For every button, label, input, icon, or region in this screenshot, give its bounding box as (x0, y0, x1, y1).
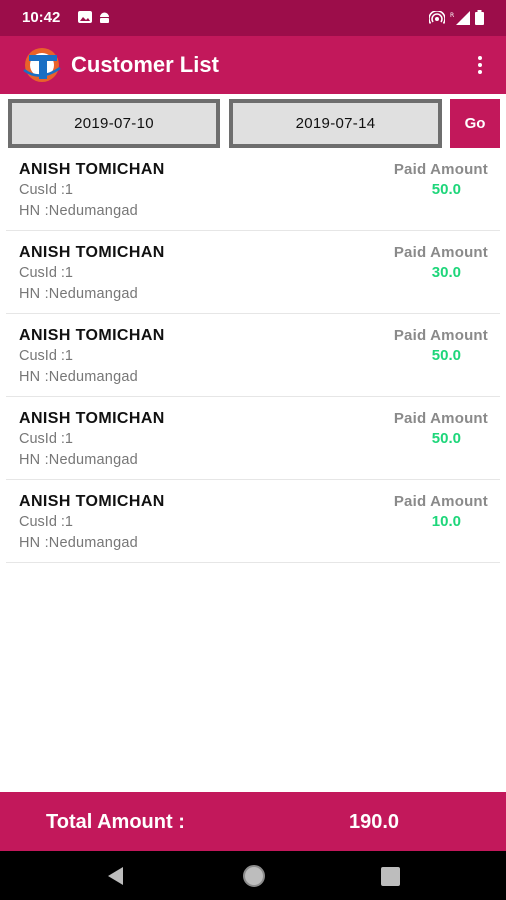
list-item[interactable]: ANISH TOMICHAN CusId :1 HN :Nedumangad P… (6, 480, 500, 563)
paid-amount-value: 10.0 (431, 513, 461, 530)
list-item[interactable]: ANISH TOMICHAN CusId :1 HN :Nedumangad P… (6, 148, 500, 231)
page-title: Customer List (71, 52, 219, 77)
signal-icon: R (450, 10, 470, 25)
status-time: 10:42 (22, 9, 61, 26)
navigation-bar (0, 851, 506, 900)
paid-amount-label: Paid Amount (393, 493, 488, 510)
total-amount-value: 190.0 (349, 811, 400, 833)
customer-name: ANISH TOMICHAN (19, 327, 165, 344)
customer-id: CusId :1 (19, 265, 73, 281)
app-logo-icon (23, 48, 61, 82)
recents-icon[interactable] (381, 867, 400, 886)
list-item[interactable]: ANISH TOMICHAN CusId :1 HN :Nedumangad P… (6, 397, 500, 480)
to-date-field[interactable]: 2019-07-14 (229, 99, 442, 148)
total-bar: Total Amount : 190.0 (0, 792, 506, 851)
from-date-field[interactable]: 2019-07-10 (8, 99, 220, 148)
app-bar: Customer List (0, 36, 506, 94)
go-button[interactable]: Go (450, 99, 500, 148)
gallery-icon (78, 11, 92, 23)
customer-hn: HN :Nedumangad (19, 535, 138, 551)
customer-name: ANISH TOMICHAN (19, 410, 165, 427)
customer-hn: HN :Nedumangad (19, 452, 138, 468)
home-icon[interactable] (243, 865, 265, 887)
list-item[interactable]: ANISH TOMICHAN CusId :1 HN :Nedumangad P… (6, 314, 500, 397)
more-vert-icon[interactable] (468, 49, 492, 81)
customer-id: CusId :1 (19, 182, 73, 198)
paid-amount-label: Paid Amount (393, 410, 488, 427)
status-left-icons (78, 11, 111, 24)
battery-icon (475, 10, 484, 25)
customer-hn: HN :Nedumangad (19, 286, 138, 302)
paid-amount-label: Paid Amount (393, 327, 488, 344)
paid-amount-value: 30.0 (431, 264, 461, 281)
android-icon (100, 12, 109, 23)
customer-hn: HN :Nedumangad (19, 369, 138, 385)
status-bar: 10:42 R (0, 0, 506, 36)
paid-amount-value: 50.0 (431, 430, 461, 447)
customer-name: ANISH TOMICHAN (19, 161, 165, 178)
list-item[interactable]: ANISH TOMICHAN CusId :1 HN :Nedumangad P… (6, 231, 500, 314)
customer-id: CusId :1 (19, 431, 73, 447)
customer-name: ANISH TOMICHAN (19, 493, 165, 510)
total-amount-label: Total Amount : (46, 811, 185, 833)
paid-amount-label: Paid Amount (393, 244, 488, 261)
paid-amount-label: Paid Amount (393, 161, 488, 178)
customer-id: CusId :1 (19, 348, 73, 364)
customer-hn: HN :Nedumangad (19, 203, 138, 219)
customer-name: ANISH TOMICHAN (19, 244, 165, 261)
customer-id: CusId :1 (19, 514, 73, 530)
status-right-icons: R (429, 10, 484, 25)
paid-amount-value: 50.0 (431, 347, 461, 364)
back-icon[interactable] (106, 866, 126, 886)
hotspot-icon (429, 10, 445, 24)
svg-text:R: R (450, 12, 454, 19)
paid-amount-value: 50.0 (431, 181, 461, 198)
customer-list: ANISH TOMICHAN CusId :1 HN :Nedumangad P… (0, 148, 506, 563)
